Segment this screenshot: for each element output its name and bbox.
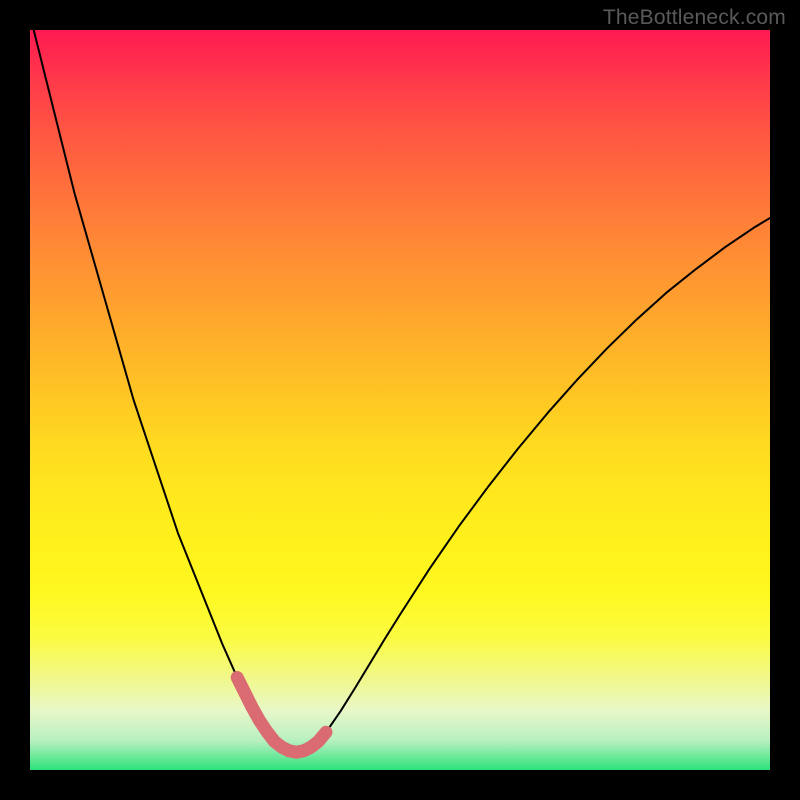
chart-frame: TheBottleneck.com bbox=[0, 0, 800, 800]
highlight-segment bbox=[237, 678, 326, 753]
bottleneck-curve bbox=[30, 30, 770, 752]
plot-area bbox=[30, 30, 770, 770]
watermark-text: TheBottleneck.com bbox=[603, 6, 786, 30]
chart-svg bbox=[30, 30, 770, 770]
